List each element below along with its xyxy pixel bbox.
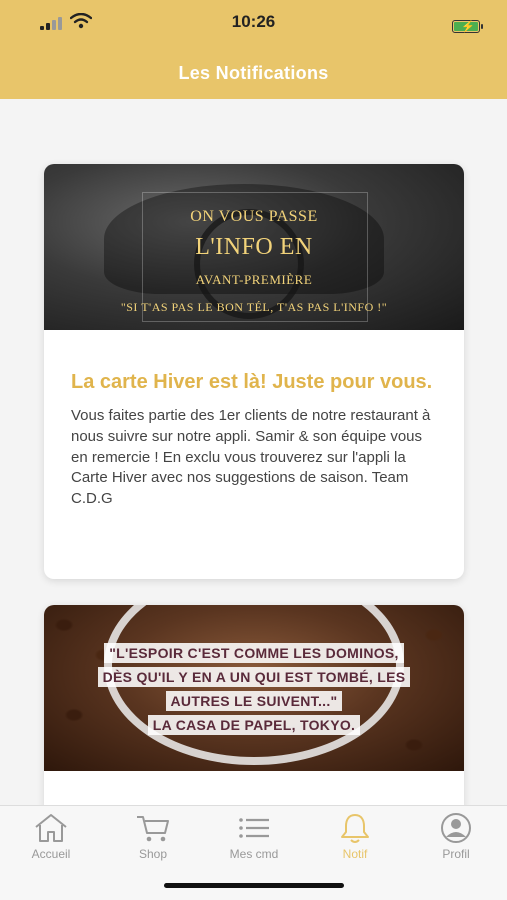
home-indicator[interactable] <box>164 883 344 888</box>
list-icon <box>239 818 269 838</box>
battery-icon: ⚡ <box>452 20 483 33</box>
home-icon <box>35 814 67 842</box>
status-time: 10:26 <box>231 12 276 31</box>
banner-line: "SI T'AS PAS LE BON TÉL, T'AS PAS L'INFO… <box>120 300 388 314</box>
tab-label: Notif <box>342 847 368 861</box>
notification-text: Vous faites partie des 1er clients de no… <box>71 407 431 508</box>
notification-body: La carte Hiver est là! Juste pour vous. … <box>71 370 441 510</box>
notification-banner-image: "L'ESPOIR C'EST COMME LES DOMINOS, DÈS Q… <box>44 605 464 771</box>
notification-card[interactable]: "L'ESPOIR C'EST COMME LES DOMINOS, DÈS Q… <box>44 605 464 815</box>
user-icon <box>441 813 471 843</box>
tab-notif[interactable]: Notif <box>305 806 405 866</box>
quote-line: "L'ESPOIR C'EST COMME LES DOMINOS, <box>104 643 404 663</box>
tab-profil[interactable]: Profil <box>406 806 506 866</box>
banner-line: ON VOUS PASSE <box>190 208 318 225</box>
tab-label: Shop <box>138 847 168 861</box>
quote-line: DÈS QU'IL Y EN A UN QUI EST TOMBÉ, LES <box>97 667 411 687</box>
app-header: 10:26 ⚡ Les Notifications <box>0 0 507 99</box>
notification-title: La carte Hiver est là! Juste pour vous. <box>71 371 433 393</box>
notification-banner-image: ON VOUS PASSE L'INFO EN AVANT-PREMIÈRE "… <box>44 164 464 330</box>
tab-accueil[interactable]: Accueil <box>1 806 101 866</box>
tab-label: Mes cmd <box>229 847 279 861</box>
banner-line: AVANT-PREMIÈRE <box>195 272 313 287</box>
banner-line: L'INFO EN <box>195 234 313 260</box>
notification-card[interactable]: ON VOUS PASSE L'INFO EN AVANT-PREMIÈRE "… <box>44 164 464 579</box>
page-title: Les Notifications <box>178 63 329 83</box>
tab-mes-cmd[interactable]: Mes cmd <box>204 806 304 866</box>
quote-line: AUTRES LE SUIVENT..." <box>165 691 343 711</box>
cart-icon <box>137 816 169 842</box>
status-bar: 10:26 ⚡ <box>0 0 507 44</box>
tab-label: Accueil <box>31 847 71 861</box>
quote-block: "L'ESPOIR C'EST COMME LES DOMINOS, DÈS Q… <box>44 641 464 737</box>
tab-label: Profil <box>442 847 470 861</box>
quote-line: LA CASA DE PAPEL, TOKYO. <box>147 715 361 735</box>
bell-icon <box>341 814 369 843</box>
tab-shop[interactable]: Shop <box>103 806 203 866</box>
